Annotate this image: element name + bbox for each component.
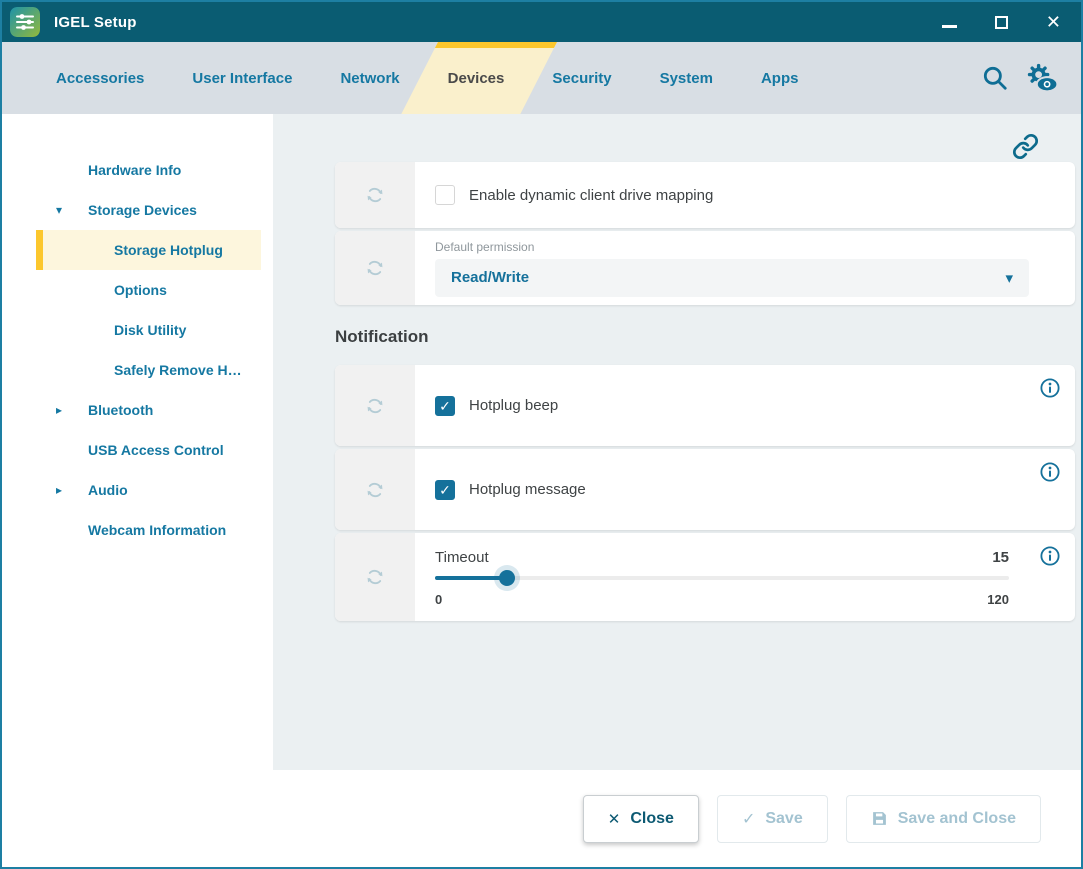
info-icon[interactable]	[1039, 461, 1061, 483]
settings-panel: ✓ Enable dynamic client drive mapping	[273, 114, 1081, 770]
check-icon: ✓	[742, 809, 755, 829]
chevron-down-icon: ▾	[1005, 269, 1013, 287]
sidebar-item-bluetooth[interactable]: ▸ Bluetooth	[36, 390, 261, 430]
timeout-max: 120	[987, 592, 1009, 607]
save-button[interactable]: ✓ Save	[717, 795, 828, 843]
close-window-button[interactable]: ✕	[1046, 12, 1061, 32]
timeout-min: 0	[435, 592, 442, 607]
save-and-close-button[interactable]: Save and Close	[846, 795, 1041, 843]
info-icon[interactable]	[1039, 545, 1061, 567]
sidebar-item-audio[interactable]: ▸ Audio	[36, 470, 261, 510]
tab-accessories[interactable]: Accessories	[32, 42, 168, 114]
tab-apps[interactable]: Apps	[737, 42, 823, 114]
sidebar-item-storage-hotplug[interactable]: Storage Hotplug	[36, 230, 261, 270]
timeout-slider-fill	[435, 576, 507, 580]
reset-to-default-icon[interactable]	[364, 479, 386, 501]
action-bar: ✕ Close ✓ Save Save and Close	[273, 770, 1081, 867]
app-logo-icon	[10, 7, 40, 37]
setting-row-hotplug-beep: ✓ Hotplug beep	[335, 365, 1075, 446]
igel-setup-window: IGEL Setup ✕ Accessories User Interface …	[0, 0, 1083, 869]
tree-collapsed-icon[interactable]: ▸	[56, 483, 62, 497]
sidebar-item-storage-devices[interactable]: ▾ Storage Devices	[36, 190, 261, 230]
sidebar-item-hardware-info[interactable]: Hardware Info	[36, 150, 261, 190]
reset-column	[335, 449, 415, 530]
setup-observe-gear-eye-icon[interactable]	[1025, 63, 1059, 93]
check-icon: ✓	[439, 399, 451, 413]
reset-to-default-icon[interactable]	[364, 566, 386, 588]
setting-row-default-permission: Default permission Read/Write ▾	[335, 231, 1075, 305]
dynamic-mapping-label: Enable dynamic client drive mapping	[469, 187, 713, 204]
dynamic-mapping-checkbox[interactable]: ✓	[435, 185, 455, 205]
timeout-slider[interactable]	[435, 576, 1009, 580]
tab-user-interface[interactable]: User Interface	[168, 42, 316, 114]
setting-row-hotplug-message: ✓ Hotplug message	[335, 449, 1075, 530]
reset-column	[335, 365, 415, 446]
timeout-slider-thumb[interactable]	[499, 570, 515, 586]
sidebar-item-webcam-information[interactable]: Webcam Information	[36, 510, 261, 550]
setting-row-timeout: Timeout 15 0 120	[335, 533, 1075, 621]
close-button[interactable]: ✕ Close	[583, 795, 699, 843]
hotplug-beep-checkbox[interactable]: ✓	[435, 396, 455, 416]
tree-expanded-icon[interactable]: ▾	[56, 203, 62, 217]
link-parameter-icon[interactable]	[1012, 133, 1039, 160]
hotplug-message-checkbox[interactable]: ✓	[435, 480, 455, 500]
sidebar-item-options[interactable]: Options	[36, 270, 261, 310]
window-title: IGEL Setup	[54, 14, 137, 31]
reset-column	[335, 231, 415, 305]
maximize-button[interactable]	[995, 12, 1008, 32]
default-permission-label: Default permission	[435, 240, 1029, 254]
info-icon[interactable]	[1039, 377, 1061, 399]
sidebar-item-disk-utility[interactable]: Disk Utility	[36, 310, 261, 350]
check-icon: ✓	[439, 483, 451, 497]
sidebar-item-safely-remove[interactable]: Safely Remove H…	[36, 350, 261, 390]
tab-security[interactable]: Security	[528, 42, 635, 114]
tabbar: Accessories User Interface Network Devic…	[2, 42, 1081, 114]
sidebar-item-usb-access-control[interactable]: USB Access Control	[36, 430, 261, 470]
tab-system[interactable]: System	[636, 42, 737, 114]
close-x-icon: ✕	[608, 810, 621, 828]
sidebar-nav: Hardware Info ▾ Storage Devices Storage …	[2, 114, 273, 867]
hotplug-beep-label: Hotplug beep	[469, 397, 558, 414]
search-icon[interactable]	[981, 64, 1009, 92]
timeout-label: Timeout	[435, 549, 489, 566]
reset-column	[335, 533, 415, 621]
reset-to-default-icon[interactable]	[364, 395, 386, 417]
hotplug-message-label: Hotplug message	[469, 481, 586, 498]
tab-devices[interactable]: Devices	[424, 42, 529, 114]
tree-collapsed-icon[interactable]: ▸	[56, 403, 62, 417]
minimize-button[interactable]	[942, 12, 957, 32]
reset-to-default-icon[interactable]	[364, 257, 386, 279]
titlebar: IGEL Setup ✕	[2, 2, 1081, 42]
reset-to-default-icon[interactable]	[364, 184, 386, 206]
floppy-disk-icon	[871, 810, 888, 827]
default-permission-select[interactable]: Read/Write ▾	[435, 259, 1029, 297]
setting-row-dynamic-mapping: ✓ Enable dynamic client drive mapping	[335, 162, 1075, 228]
timeout-value: 15	[992, 549, 1009, 566]
reset-column	[335, 162, 415, 228]
section-title-notification: Notification	[335, 327, 1073, 347]
default-permission-value: Read/Write	[451, 269, 529, 286]
